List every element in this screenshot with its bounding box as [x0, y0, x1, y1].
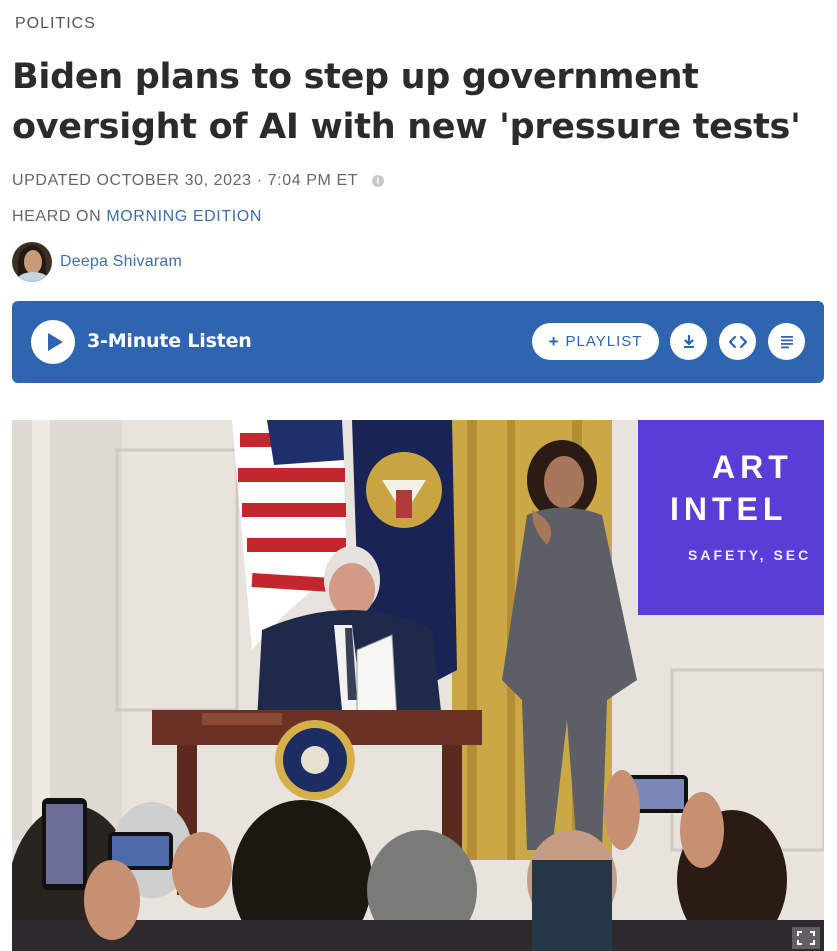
lead-photo[interactable]: ART INTEL SAFETY, SEC	[12, 420, 824, 951]
heard-on: HEARD ON MORNING EDITION	[12, 208, 262, 226]
audio-player: 3-Minute Listen + PLAYLIST	[12, 301, 824, 383]
transcript-icon	[780, 335, 793, 348]
dateline-text: UPDATED OCTOBER 30, 2023 · 7:04 PM ET	[12, 172, 359, 189]
headline: Biden plans to step up government oversi…	[12, 57, 801, 147]
embed-button[interactable]	[719, 323, 756, 360]
embed-icon	[728, 335, 747, 348]
download-button[interactable]	[670, 323, 707, 360]
playlist-label: PLAYLIST	[565, 333, 643, 350]
section-link[interactable]: POLITICS	[15, 15, 96, 33]
dateline: UPDATED OCTOBER 30, 2023 · 7:04 PM ET i	[12, 172, 385, 190]
screen-line-1: ART	[712, 449, 793, 485]
screen-line-3: SAFETY, SEC	[688, 547, 811, 563]
screen-line-2: INTEL	[670, 491, 787, 527]
byline: Deepa Shivaram	[12, 242, 182, 282]
heard-prefix: HEARD ON	[12, 208, 102, 225]
show-link[interactable]: MORNING EDITION	[106, 208, 262, 225]
info-icon[interactable]: i	[372, 175, 385, 187]
listen-label: 3-Minute Listen	[87, 330, 252, 352]
transcript-button[interactable]	[768, 323, 805, 360]
author-link[interactable]: Deepa Shivaram	[60, 253, 182, 271]
download-icon	[683, 334, 694, 348]
plus-icon: +	[548, 332, 560, 351]
play-button[interactable]	[31, 320, 75, 364]
expand-icon[interactable]	[792, 927, 820, 949]
author-avatar[interactable]	[12, 242, 52, 282]
add-to-playlist-button[interactable]: + PLAYLIST	[532, 323, 659, 360]
